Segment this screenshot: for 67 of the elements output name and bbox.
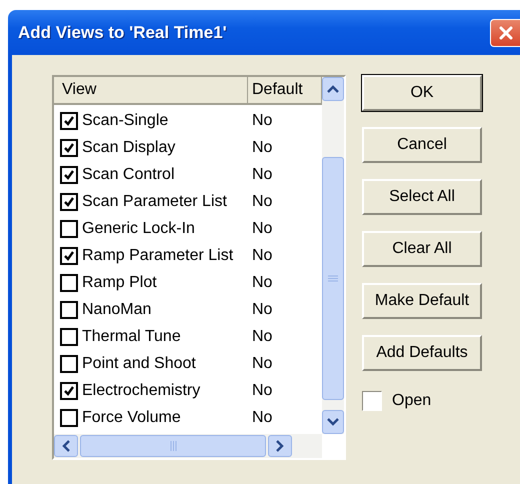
check-icon <box>63 196 75 208</box>
caret-up-icon <box>327 85 339 93</box>
default-value: No <box>252 354 272 372</box>
dialog-button[interactable]: OK <box>362 75 482 111</box>
dialog-button[interactable]: Clear All <box>362 231 482 267</box>
checkbox[interactable] <box>60 166 78 184</box>
default-value: No <box>252 328 272 346</box>
view-name: Ramp Plot <box>82 274 158 292</box>
grip-icon <box>328 275 338 282</box>
dialog-button[interactable]: Cancel <box>362 127 482 163</box>
checkbox[interactable] <box>60 408 78 426</box>
scroll-down-button[interactable] <box>322 410 344 434</box>
checkbox[interactable] <box>60 328 78 346</box>
close-icon <box>498 24 514 40</box>
checkbox[interactable] <box>60 192 78 210</box>
check-icon <box>63 142 75 154</box>
default-value: No <box>252 138 272 156</box>
default-value: No <box>252 166 272 184</box>
check-icon <box>63 114 75 126</box>
view-name: Scan Display <box>82 138 176 156</box>
caret-left-icon <box>62 440 70 452</box>
view-name: Ramp Parameter List <box>82 246 234 264</box>
scroll-thumb[interactable] <box>80 435 266 457</box>
window-title: Add Views to 'Real Time1' <box>18 22 227 42</box>
view-name: Electrochemistry <box>82 382 202 400</box>
check-icon <box>63 384 75 396</box>
checkbox[interactable] <box>60 138 78 156</box>
default-value: No <box>252 408 272 426</box>
check-icon <box>63 250 75 262</box>
scroll-left-button[interactable] <box>54 435 78 457</box>
view-name: Scan Parameter List <box>82 192 228 210</box>
default-value: No <box>252 246 272 264</box>
caret-down-icon <box>327 418 339 426</box>
column-header[interactable]: Default <box>248 77 322 105</box>
default-value: No <box>252 382 272 400</box>
view-name: Thermal Tune <box>82 328 182 346</box>
scroll-right-button[interactable] <box>268 435 292 457</box>
checkbox[interactable] <box>60 220 78 238</box>
checkbox[interactable] <box>60 300 78 318</box>
grip-icon <box>170 441 176 451</box>
view-name: Scan-Single <box>82 112 170 130</box>
checkbox[interactable] <box>60 246 78 264</box>
column-header[interactable]: View <box>54 77 248 105</box>
checkbox[interactable] <box>60 382 78 400</box>
scroll-up-button[interactable] <box>322 77 344 101</box>
caret-right-icon <box>276 440 284 452</box>
dialog-button[interactable]: Make Default <box>362 283 482 319</box>
default-value: No <box>252 192 272 210</box>
checkbox[interactable] <box>362 391 382 411</box>
default-value: No <box>252 112 272 130</box>
checkbox-label: Open <box>392 392 432 410</box>
close-button[interactable] <box>490 18 520 46</box>
checkbox[interactable] <box>60 354 78 372</box>
default-value: No <box>252 274 272 292</box>
checkbox[interactable] <box>60 112 78 130</box>
view-name: Point and Shoot <box>82 354 197 372</box>
checkbox[interactable] <box>60 274 78 292</box>
view-name: Force Volume <box>82 408 182 426</box>
dialog-button[interactable]: Add Defaults <box>362 335 482 371</box>
view-name: Generic Lock-In <box>82 220 196 238</box>
scroll-thumb[interactable] <box>322 157 344 400</box>
view-name: NanoMan <box>82 300 152 318</box>
check-icon <box>63 168 75 180</box>
view-name: Scan Control <box>82 166 176 184</box>
default-value: No <box>252 300 272 318</box>
default-value: No <box>252 220 272 238</box>
dialog-button[interactable]: Select All <box>362 179 482 215</box>
